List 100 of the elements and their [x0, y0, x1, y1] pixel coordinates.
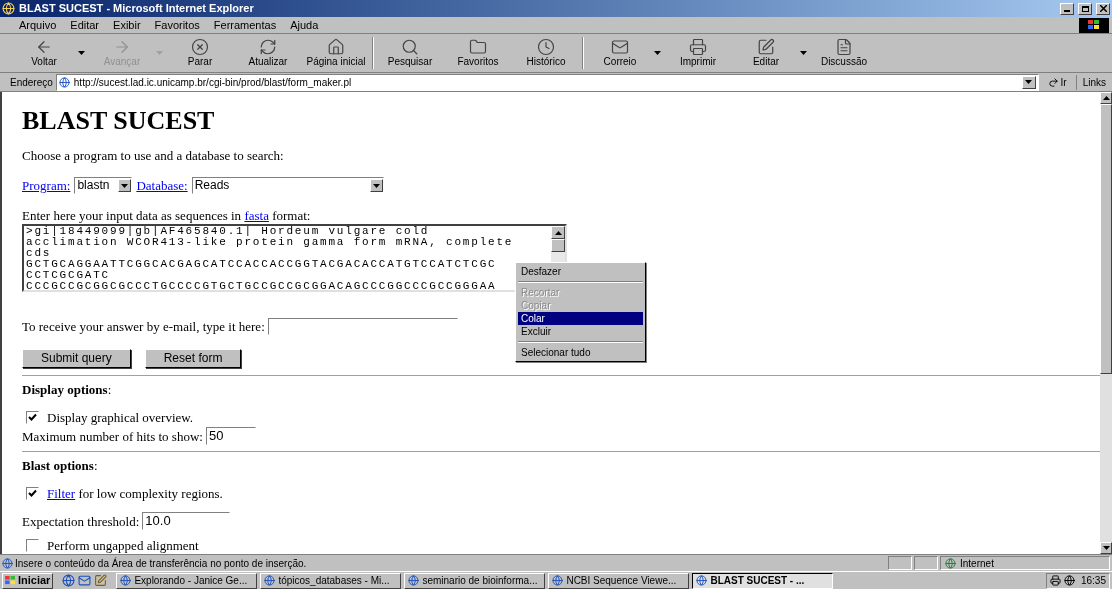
mail-icon[interactable] — [78, 574, 92, 587]
caret-icon — [1102, 96, 1110, 100]
context-menu-item[interactable]: Colar — [518, 312, 643, 325]
go-button[interactable]: Ir — [1041, 74, 1073, 90]
scroll-up-button[interactable] — [1100, 92, 1112, 104]
dropdown-arrow-icon[interactable] — [800, 51, 810, 55]
links-button[interactable]: Links — [1075, 74, 1110, 90]
home-icon — [327, 38, 345, 56]
document-icon — [835, 38, 853, 56]
menu-item[interactable]: Ajuda — [283, 16, 326, 34]
toolbar-button[interactable]: Imprimir — [664, 38, 732, 68]
context-menu-item[interactable]: Selecionar tudo — [518, 346, 643, 359]
menu-item[interactable]: Favoritos — [147, 16, 207, 34]
toolbar-button[interactable]: Histórico — [512, 38, 580, 68]
section-title: Blast options: — [22, 458, 99, 473]
email-label: To receive your answer by e-mail, type it here: — [22, 319, 265, 334]
toolbar-button[interactable]: Parar — [166, 38, 234, 68]
mail-icon — [611, 38, 629, 56]
toolbar-button[interactable]: Voltar — [10, 38, 78, 68]
go-arrow-icon — [1047, 76, 1059, 88]
expectation-field[interactable]: 10.0 — [142, 512, 231, 530]
taskbar-button[interactable]: NCBI Sequence Viewe... — [548, 572, 690, 589]
menu-item[interactable]: Exibir — [106, 16, 148, 34]
fasta-link[interactable]: fasta — [244, 208, 269, 223]
window-icon — [264, 575, 276, 586]
toolbar-button[interactable]: Discussão — [810, 38, 878, 68]
close-button[interactable] — [1096, 2, 1110, 15]
checkbox-label: Filter for low complexity regions. — [47, 486, 223, 501]
program-select[interactable]: blastn — [74, 177, 133, 194]
search-icon — [401, 38, 419, 56]
toolbar-button[interactable]: Correio — [586, 38, 654, 68]
scroll-down-button[interactable] — [1100, 542, 1112, 554]
max-hits-field[interactable]: 50 — [205, 427, 256, 445]
sequence-prompt: Enter here your input data as sequences in fasta format: — [22, 208, 312, 223]
taskbar-button[interactable]: seminario de bioinforma... — [404, 572, 546, 589]
scroll-thumb[interactable] — [1100, 104, 1112, 374]
page-scrollbar[interactable] — [1100, 92, 1112, 554]
toolbar-button[interactable]: Favoritos — [444, 38, 512, 68]
arrow-right-icon — [113, 38, 131, 56]
dropdown-arrow-icon[interactable] — [654, 51, 664, 55]
folder-icon — [469, 38, 487, 56]
windows-logo-icon — [1079, 17, 1109, 33]
edit-icon[interactable] — [94, 574, 108, 587]
max-hits-label: Maximum number of hits to show: — [22, 428, 203, 444]
tray-icon[interactable] — [1063, 575, 1075, 586]
toolbar-button[interactable]: Página inicial — [302, 38, 370, 68]
checkbox-label: Display graphical overview. — [47, 410, 194, 425]
scroll-thumb[interactable] — [551, 239, 565, 252]
checkbox[interactable] — [26, 539, 39, 552]
window-icon — [696, 575, 708, 586]
dropdown-arrow-icon[interactable] — [78, 51, 88, 55]
globe-icon — [945, 557, 956, 569]
windows-logo-icon — [5, 576, 16, 585]
toolbar-button[interactable]: Editar — [732, 38, 800, 68]
context-menu-item[interactable]: Desfazer — [518, 265, 643, 278]
caret-icon — [1025, 80, 1033, 84]
context-menu-item[interactable]: Excluir — [518, 325, 643, 338]
window-icon — [120, 575, 132, 586]
refresh-icon — [259, 38, 277, 56]
sequence-line: acclimation WCOR413-like protein gamma form mRNA, complete — [26, 237, 514, 248]
sequence-line: GCTGCAGGAATTCGGCACGAGCATCCACCACCGGTACGACACCATGTCCATCTCGC — [26, 259, 497, 270]
toolbar-button[interactable]: Atualizar — [234, 38, 302, 68]
form-button[interactable]: Reset form — [144, 349, 242, 368]
menu-item[interactable]: Editar — [63, 16, 107, 34]
clock-icon — [537, 38, 555, 56]
caret-icon — [1102, 546, 1110, 550]
menu-item[interactable]: Arquivo — [12, 16, 64, 34]
database-link[interactable]: Database: — [136, 178, 188, 193]
taskbar-button[interactable]: tópicos_databases - Mi... — [260, 572, 402, 589]
page-icon — [58, 76, 70, 88]
minimize-button[interactable] — [1060, 2, 1074, 15]
toolbar-button[interactable]: Pesquisar — [376, 38, 444, 68]
sequence-line: CCCGCCGCGGCGCCCTGCCCCGTGCTGCCGCCGCGGACAGCCCGGCCCGCCGGGAA — [26, 281, 497, 290]
intro-text: Choose a program to use and a database to search: — [22, 148, 285, 163]
address-label: Endereço — [10, 75, 53, 90]
caret-icon — [372, 183, 380, 188]
page-icon — [2, 557, 13, 569]
start-button[interactable]: Iniciar — [2, 572, 54, 589]
database-select[interactable]: Reads — [191, 177, 384, 194]
menu-item[interactable]: Ferramentas — [206, 16, 284, 34]
window-icon — [552, 575, 564, 586]
address-field[interactable]: http://sucest.lad.ic.unicamp.br/cgi-bin/prod/blast/form_maker.pl — [55, 73, 1039, 91]
taskbar-button[interactable]: Explorando - Janice Ge... — [116, 572, 258, 589]
edit-icon — [757, 38, 775, 56]
zone-panel: Internet — [940, 556, 1110, 570]
caret-icon — [554, 230, 562, 235]
browser-icon[interactable] — [62, 574, 76, 587]
dropdown-button[interactable] — [1021, 75, 1036, 89]
tray-icon[interactable] — [1049, 575, 1061, 586]
restore-button[interactable] — [1078, 2, 1092, 15]
taskbar-button[interactable]: BLAST SUCEST - ... — [692, 572, 834, 589]
program-link[interactable]: Program: — [22, 178, 71, 193]
close-icon — [1099, 5, 1107, 12]
section-title: Display options: — [22, 382, 113, 397]
filter-link[interactable]: Filter — [47, 486, 76, 501]
sequence-line: >gi|18449099|gb|AF465840.1| Hordeum vulgare cold — [26, 226, 430, 237]
window-title: BLAST SUCEST - Microsoft Internet Explorer — [19, 1, 255, 17]
stop-icon — [191, 38, 209, 56]
form-button[interactable]: Submit query — [22, 349, 131, 368]
scroll-up-button[interactable] — [551, 226, 565, 239]
